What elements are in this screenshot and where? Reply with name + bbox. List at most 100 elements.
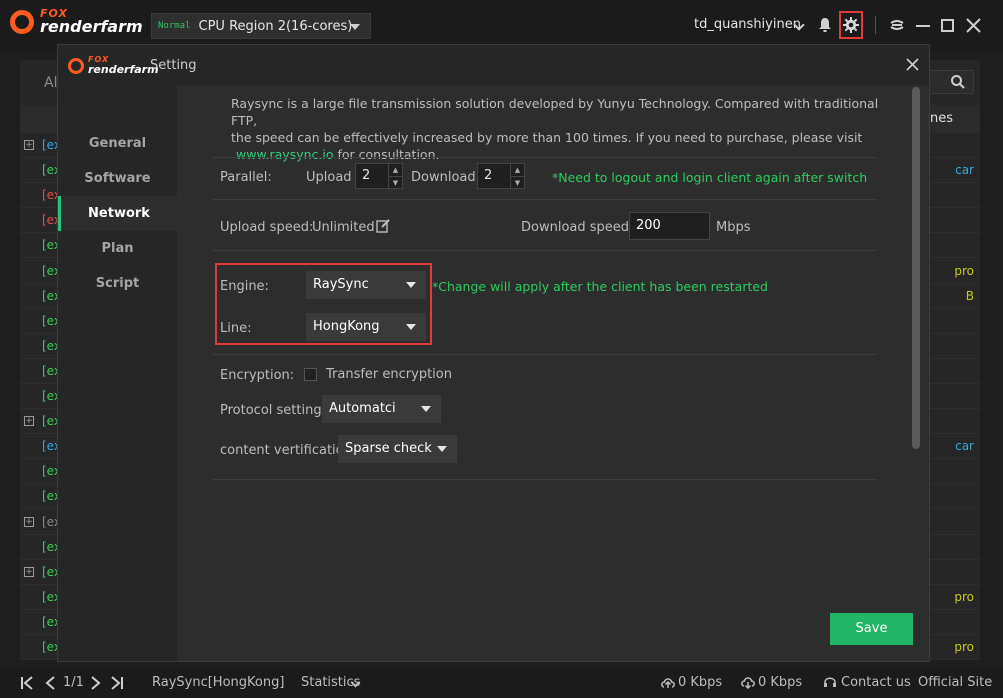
highlight-box — [215, 263, 432, 345]
job-extra-cell: car — [955, 439, 974, 454]
close-window-icon[interactable] — [966, 18, 981, 33]
content-verification-label: content vertification — [220, 443, 352, 458]
protocol-select[interactable]: Automatci — [322, 395, 441, 423]
download-cloud-icon — [741, 677, 755, 689]
chevron-down-icon — [421, 406, 431, 412]
increment-icon[interactable]: ▲ — [388, 164, 402, 176]
download-speed: 0 Kbps — [758, 675, 803, 690]
upload-label: Upload — [306, 170, 352, 185]
settings-button[interactable] — [839, 11, 863, 39]
username[interactable]: td_quanshiyinen — [694, 17, 801, 32]
official-site-link[interactable]: Official Site — [918, 675, 992, 690]
dialog-title: Setting — [150, 58, 197, 73]
download-parallel-stepper[interactable]: 2 ▲ ▼ — [477, 163, 525, 189]
job-extra-cell: pro — [954, 589, 974, 604]
expand-icon[interactable]: + — [24, 140, 34, 150]
app-logo: FOX renderfarm — [10, 8, 143, 35]
sidebar-item-network[interactable]: Network — [58, 196, 177, 231]
first-page-icon[interactable] — [20, 676, 34, 690]
chevron-down-icon — [350, 24, 360, 30]
job-filter-tab[interactable]: Al — [44, 75, 57, 91]
dialog-header: FOX renderfarm Setting — [58, 45, 929, 85]
divider — [212, 157, 877, 158]
save-button[interactable]: Save — [830, 613, 913, 645]
region-tier-badge: Normal — [158, 21, 191, 31]
decrement-icon[interactable]: ▼ — [510, 176, 524, 188]
job-extra-cell: B — [965, 288, 974, 303]
divider — [212, 250, 877, 251]
job-extra-cell: pro — [954, 640, 974, 654]
job-extra-cell: car — [955, 163, 974, 178]
next-page-icon[interactable] — [90, 676, 102, 690]
raysync-link[interactable]: www.raysync.io — [236, 147, 334, 162]
job-extra-cell: pro — [954, 263, 974, 278]
region-name: CPU Region 2(16-cores) — [198, 18, 353, 34]
sidebar-item-label: Software — [84, 171, 151, 186]
search-icon[interactable] — [950, 74, 966, 90]
logo-renderfarm-text: renderfarm — [88, 63, 159, 76]
close-icon[interactable] — [906, 58, 919, 71]
expand-icon[interactable]: + — [24, 516, 34, 527]
skin-switch-icon[interactable] — [889, 17, 905, 33]
expand-icon[interactable]: + — [24, 566, 34, 577]
minimize-icon[interactable] — [916, 25, 930, 27]
sidebar-item-script[interactable]: Script — [58, 266, 177, 301]
decrement-icon[interactable]: ▼ — [388, 176, 402, 188]
bell-icon[interactable] — [818, 17, 832, 33]
sidebar-item-label: Script — [95, 276, 140, 291]
content-verification-select[interactable]: Sparse check — [338, 435, 457, 463]
logo-renderfarm-text: renderfarm — [40, 17, 143, 36]
upload-speed: 0 Kbps — [678, 675, 723, 690]
download-speed-input[interactable]: 200 — [629, 212, 710, 240]
region-select[interactable]: Normal CPU Region 2(16-cores) — [151, 13, 371, 39]
logo-mark-icon — [68, 57, 84, 74]
last-page-icon[interactable] — [110, 676, 124, 690]
dialog-logo: FOX renderfarm — [68, 56, 159, 75]
divider — [212, 354, 877, 355]
download-speed-unit: Mbps — [716, 220, 751, 235]
intro-suffix: for consultation. — [337, 147, 440, 162]
transfer-encryption-label[interactable]: Transfer encryption — [326, 367, 452, 382]
engine-note: *Change will apply after the client has … — [432, 279, 768, 294]
upload-parallel-stepper[interactable]: 2 ▲ ▼ — [355, 163, 403, 189]
verification-select-value: Sparse check — [345, 441, 432, 456]
edit-icon[interactable] — [376, 218, 391, 233]
raysync-intro: Raysync is a large file transmission sol… — [231, 95, 881, 163]
divider — [212, 479, 877, 480]
transfer-encryption-checkbox[interactable] — [304, 368, 317, 381]
settings-sidebar: General Software Network Plan Script — [58, 85, 177, 661]
encryption-label: Encryption: — [220, 368, 295, 383]
headset-icon — [824, 677, 836, 687]
transfer-engine-status[interactable]: RaySync[HongKong] — [152, 675, 284, 690]
upload-speed-value: Unlimited — [312, 220, 375, 235]
gear-icon — [843, 17, 859, 33]
sidebar-item-label: Plan — [101, 241, 134, 256]
intro-line: the speed can be effectively increased b… — [231, 130, 863, 145]
page-indicator: 1/1 — [63, 675, 84, 690]
settings-dialog: FOX renderfarm Setting General Software … — [57, 44, 930, 662]
divider — [212, 199, 877, 200]
sidebar-item-label: General — [88, 136, 147, 151]
chevron-down-icon — [437, 446, 447, 452]
contact-us-link[interactable]: Contact us — [841, 675, 911, 690]
maximize-icon[interactable] — [941, 19, 954, 32]
upload-cloud-icon — [661, 678, 675, 688]
sidebar-item-label: Network — [88, 206, 150, 221]
increment-icon[interactable]: ▲ — [510, 164, 524, 176]
sidebar-item-general[interactable]: General — [58, 126, 177, 161]
sidebar-item-plan[interactable]: Plan — [58, 231, 177, 266]
stepper-value: 2 — [362, 168, 371, 183]
protocol-settings-label: Protocol settings — [220, 403, 329, 418]
intro-line: Raysync is a large file transmission sol… — [231, 96, 879, 128]
prev-page-icon[interactable] — [44, 676, 56, 690]
status-bar: 1/1 RaySync[HongKong] Statistics 0 Kbps … — [0, 666, 1003, 698]
sidebar-item-software[interactable]: Software — [58, 161, 177, 196]
upload-speed-label: Upload speed: — [220, 220, 314, 235]
toolbar-divider — [875, 16, 876, 34]
download-speed-label: Download speed: — [521, 220, 634, 235]
scrollbar-thumb[interactable] — [912, 87, 920, 449]
protocol-select-value: Automatci — [329, 401, 396, 416]
logo-mark-icon — [10, 9, 34, 34]
expand-icon[interactable]: + — [24, 416, 34, 427]
parallel-label: Parallel: — [220, 170, 272, 185]
